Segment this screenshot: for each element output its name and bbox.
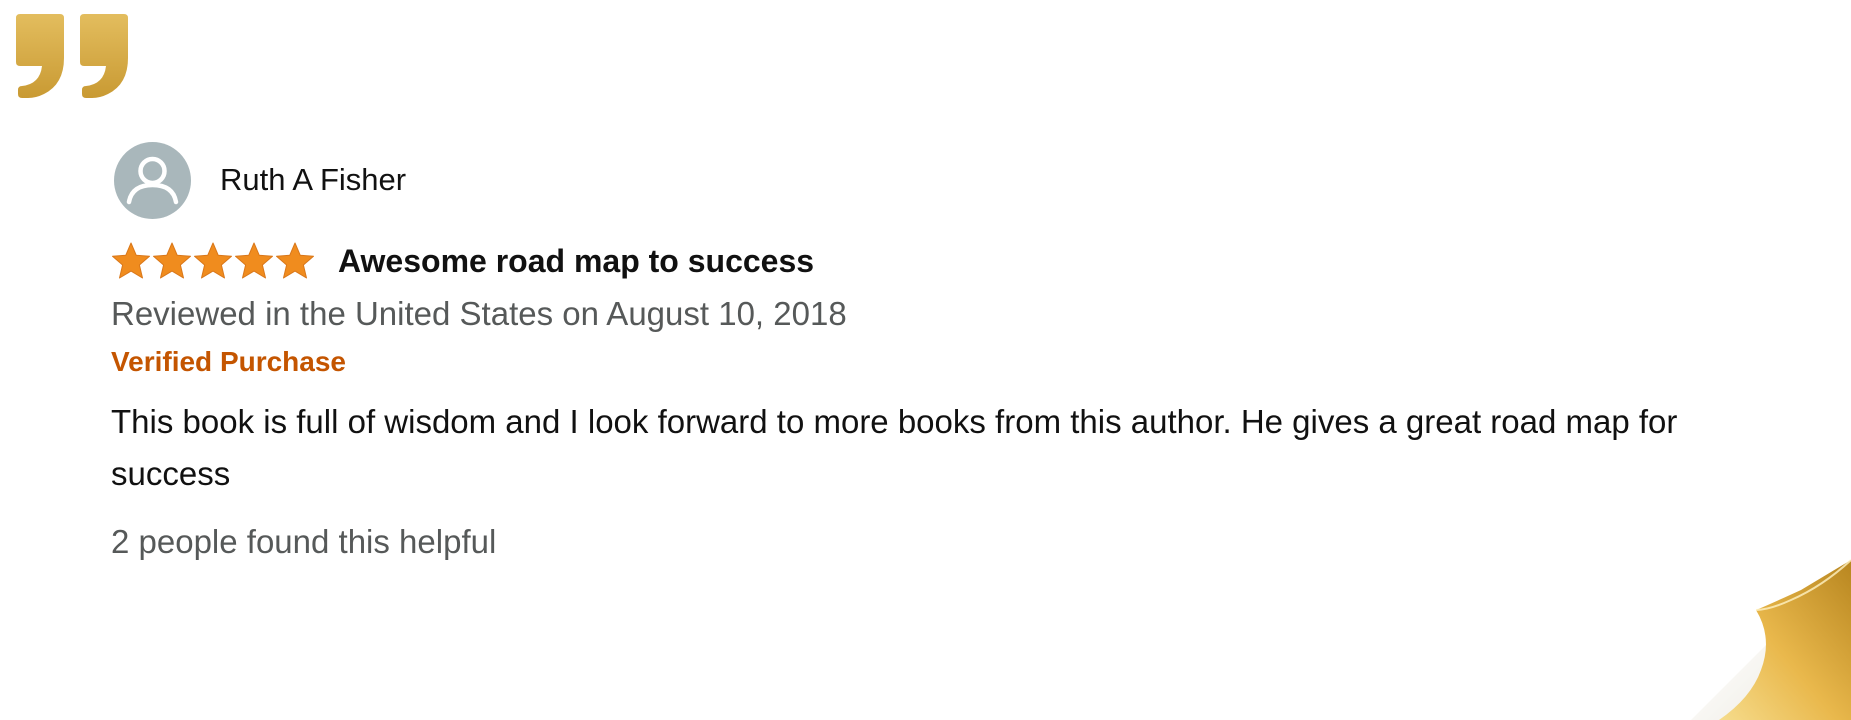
page-curl-decoration [1691,559,1851,720]
star-icon [153,242,191,279]
helpful-count: 2 people found this helpful [111,523,497,560]
reviewer-profile[interactable]: Ruth A Fisher [114,140,1751,220]
review-title[interactable]: Awesome road map to success [338,243,814,280]
review-date: Reviewed in the United States on August … [111,295,847,332]
star-icon [276,242,314,279]
verified-purchase-badge: Verified Purchase [111,346,347,377]
star-rating[interactable] [111,242,316,280]
rating-row: Awesome road map to success [111,238,1751,284]
review-card: Ruth A Fisher Awesome road map to succes… [0,0,1851,720]
star-icon [112,242,150,279]
star-icon [235,242,273,279]
user-avatar-icon [114,141,191,219]
customer-review: Ruth A Fisher Awesome road map to succes… [111,140,1751,564]
star-icon [194,242,232,279]
review-body: This book is full of wisdom and I look f… [111,403,1678,492]
closing-quote-icon [16,14,128,98]
reviewer-name[interactable]: Ruth A Fisher [220,162,406,198]
